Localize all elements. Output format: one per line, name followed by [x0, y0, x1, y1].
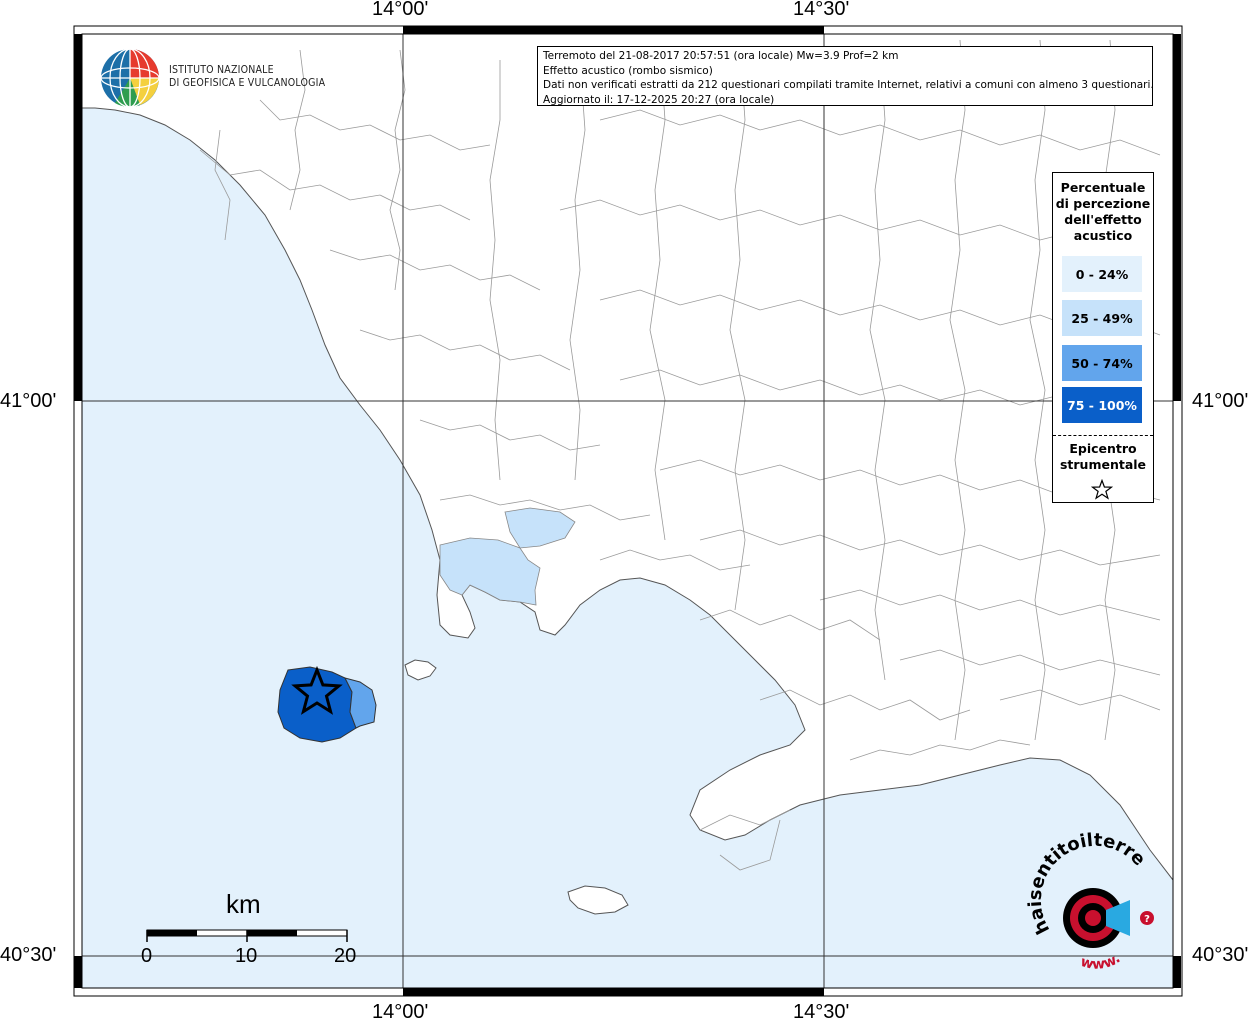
event-info-box: Terremoto del 21-08-2017 20:57:51 (ora l… — [537, 46, 1154, 106]
axis-label-right-1: 41°00' — [1192, 390, 1249, 412]
legend-class-2: 25 - 49% — [1062, 300, 1142, 336]
scale-bar-tick-0: 0 — [141, 945, 153, 967]
legend-class-3-label: 50 - 74% — [1071, 355, 1133, 371]
map-canvas: ? haisentitoilterremoto.it www. — [0, 0, 1183, 997]
legend: Percentuale di percezione dell'effetto a… — [1052, 172, 1154, 503]
ingv-logo-icon — [100, 48, 160, 108]
legend-class-4: 75 - 100% — [1062, 387, 1142, 423]
ingv-logo-line1: ISTITUTO NAZIONALE — [169, 64, 274, 76]
axis-label-bottom-2: 14°30' — [793, 1001, 850, 1023]
legend-epicenter-label: Epicentro strumentale — [1053, 441, 1153, 473]
legend-class-4-label: 75 - 100% — [1067, 397, 1137, 413]
ingv-logo-text: ISTITUTO NAZIONALE DI GEOFISICA E VULCAN… — [169, 64, 325, 90]
axis-label-bottom-1: 14°00' — [372, 1001, 429, 1023]
legend-epicenter-line1: Epicentro — [1069, 441, 1137, 456]
axis-label-left-2: 40°30' — [0, 944, 57, 966]
axis-label-left-1: 41°00' — [0, 390, 57, 412]
legend-title-line1: Percentuale — [1060, 180, 1146, 195]
ingv-logo-line2: DI GEOFISICA E VULCANOLOGIA — [169, 77, 326, 89]
event-info-line1: Terremoto del 21-08-2017 20:57:51 (ora l… — [543, 50, 899, 62]
legend-class-3: 50 - 74% — [1062, 345, 1142, 381]
event-info-line2: Effetto acustico (rombo sismico) — [543, 64, 713, 77]
legend-divider — [1053, 435, 1153, 436]
axis-label-top-1: 14°00' — [372, 0, 429, 20]
legend-title-line3: dell'effetto — [1064, 212, 1142, 227]
legend-class-2-label: 25 - 49% — [1071, 310, 1133, 326]
svg-text:?: ? — [1144, 914, 1150, 925]
legend-class-1-label: 0 - 24% — [1075, 266, 1129, 282]
event-info-line4: Aggiornato il: 17-12-2025 20:27 (ora loc… — [543, 93, 775, 106]
legend-title-line4: acustico — [1073, 228, 1133, 243]
legend-star-icon — [1091, 479, 1113, 500]
scale-bar-tick-10: 10 — [235, 945, 258, 967]
event-info-line3: Dati non verificati estratti da 212 ques… — [543, 79, 1154, 91]
legend-title-line2: di percezione — [1055, 196, 1151, 211]
legend-epicenter-line2: strumentale — [1059, 457, 1147, 472]
legend-class-1: 0 - 24% — [1062, 256, 1142, 292]
legend-title: Percentuale di percezione dell'effetto a… — [1053, 180, 1153, 244]
axis-label-right-2: 40°30' — [1192, 944, 1249, 966]
scale-bar-unit: km — [226, 889, 261, 919]
axis-label-top-2: 14°30' — [793, 0, 850, 20]
scale-bar-tick-20: 20 — [334, 945, 357, 967]
